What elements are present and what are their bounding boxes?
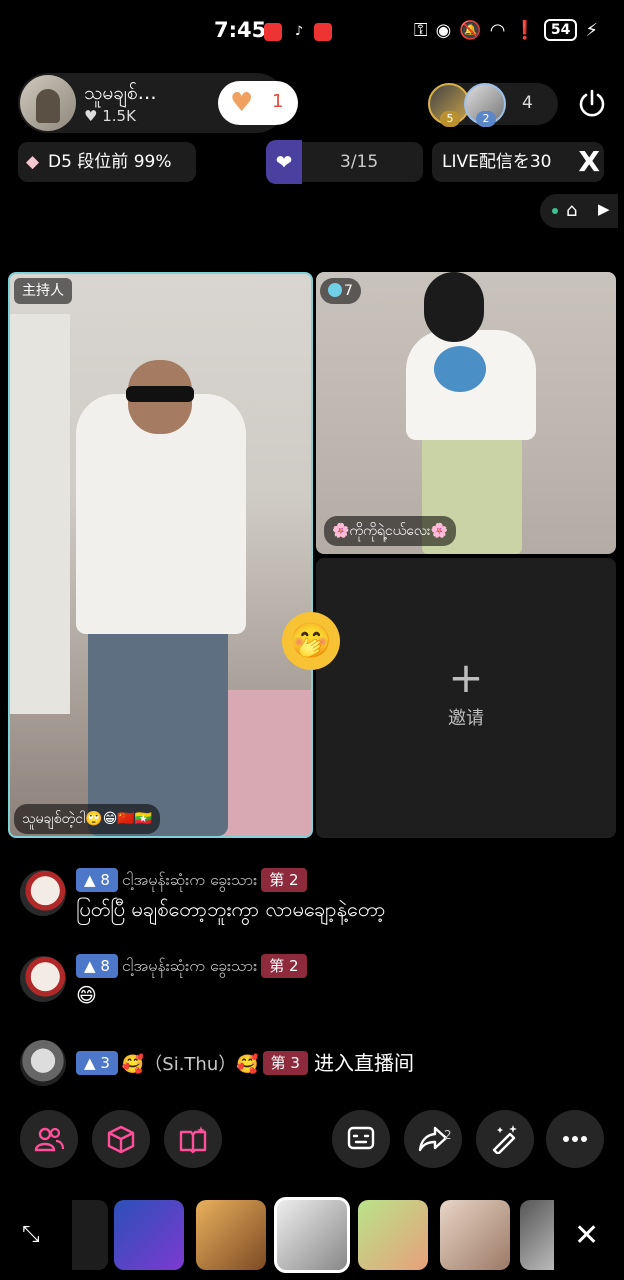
user-rank-badge: 第 2	[261, 954, 307, 978]
room-thumbnail[interactable]	[440, 1200, 510, 1270]
chat-bubble-icon	[347, 1126, 375, 1150]
comment-button[interactable]	[332, 1110, 390, 1168]
invite-slot[interactable]: + 邀请	[316, 558, 616, 838]
book-sparkle-icon	[179, 1126, 207, 1154]
record-app-icon	[264, 23, 282, 41]
chat-avatar[interactable]	[20, 1040, 66, 1086]
heart-icon: ♥	[84, 107, 98, 125]
chat-username[interactable]: ငါ့အမုန်းဆုံးက ခွေးသား	[122, 870, 257, 889]
key-icon: ⚿	[413, 19, 428, 41]
viewer-rank-badge: 5	[440, 111, 460, 127]
host-info-pill[interactable]: သူမချစ်… ♥ 1.5K ♥ 1	[18, 73, 298, 133]
host-name: သူမချစ်…	[84, 82, 157, 104]
tiktok-icon: ♪	[290, 23, 308, 41]
status-time: 7:45	[214, 18, 267, 42]
user-rank-badge: 第 2	[261, 868, 307, 892]
battery-icon: 54	[543, 19, 578, 41]
box-button[interactable]	[92, 1110, 150, 1168]
cube-icon	[107, 1125, 135, 1154]
host-caption: သူမချစ်တဲ့ငါ🙄😁🇨🇳🇲🇲	[14, 804, 161, 834]
join-text: 进入直播间	[313, 1051, 414, 1075]
home-icon: ⌂	[566, 200, 578, 221]
guest-video-tile[interactable]: 7 🌸ကိုကိုရဲ့ငယ်လေး🌸	[316, 272, 616, 554]
close-icon[interactable]: ✕	[574, 1218, 599, 1253]
rank-pill[interactable]: ◆ D5 段位前 99%	[18, 142, 196, 182]
room-thumbnail[interactable]	[520, 1200, 554, 1270]
user-level-badge: ▲ 8	[76, 954, 118, 978]
mute-icon: 🔕	[459, 19, 482, 41]
host-avatar[interactable]	[20, 75, 76, 131]
guest-caption: 🌸ကိုကိုရဲ့ငယ်လေး🌸	[324, 516, 456, 546]
hand-over-mouth-emoji-icon: 🤭	[282, 612, 340, 670]
chat-text: 😄	[76, 983, 97, 1007]
more-button[interactable]	[546, 1110, 604, 1168]
room-thumbnail[interactable]	[72, 1200, 108, 1270]
book-button[interactable]	[164, 1110, 222, 1168]
host-role-tag: 主持人	[14, 278, 72, 304]
room-thumbnail-selected[interactable]	[274, 1197, 350, 1273]
more-dots-icon	[563, 1136, 587, 1142]
live-banner-text: LIVE配信を30	[442, 152, 552, 172]
level-icon	[328, 283, 342, 297]
chat-username[interactable]: ငါ့အမုန်းဆုံးက ခွေးသား	[122, 956, 257, 975]
live-banner[interactable]: LIVE配信を30 X	[432, 142, 604, 182]
chat-avatar[interactable]	[20, 870, 66, 916]
room-thumbnail[interactable]	[114, 1200, 184, 1270]
share-count: 2	[444, 1128, 452, 1142]
task-progress-pill[interactable]: ❤ 3/15	[266, 140, 423, 184]
diamond-icon: ◆	[26, 152, 40, 172]
wifi-icon: ◠	[489, 19, 506, 41]
follow-count: 1	[272, 91, 284, 112]
follow-button[interactable]: ♥ 1	[218, 81, 298, 125]
plus-icon: +	[448, 653, 484, 702]
host-likes-count: 1.5K	[102, 107, 136, 125]
chat-avatar[interactable]	[20, 956, 66, 1002]
task-progress: 3/15	[340, 152, 379, 172]
user-level-badge: ▲ 3	[76, 1051, 118, 1075]
guests-button[interactable]	[20, 1110, 78, 1168]
viewer-rank-badge: 2	[476, 111, 496, 127]
power-icon[interactable]	[574, 86, 610, 122]
room-switch-pill[interactable]: ⌂ ▶	[540, 194, 618, 228]
gift-heart-icon: ❤	[266, 140, 302, 184]
room-thumbnail[interactable]	[196, 1200, 266, 1270]
user-rank-badge: 第 3	[262, 1051, 308, 1075]
room-thumbnail[interactable]	[358, 1200, 428, 1270]
camera-icon: ◉	[435, 19, 452, 41]
heart-icon: ♥	[230, 88, 254, 118]
effects-button[interactable]	[476, 1110, 534, 1168]
invite-label: 邀请	[448, 708, 484, 729]
bottom-room-strip: ⤡ ✕	[0, 1186, 624, 1280]
minimize-icon[interactable]: ⤡	[22, 1222, 40, 1247]
user-level-badge: ▲ 8	[76, 868, 118, 892]
alert-icon: ❗	[513, 19, 536, 41]
magic-wand-icon	[492, 1125, 517, 1154]
notification-app-icon	[314, 23, 332, 41]
chevron-right-icon: ▶	[598, 200, 610, 218]
share-button[interactable]: 2	[404, 1110, 462, 1168]
rank-text: D5 段位前 99%	[48, 152, 172, 172]
guest-level-tag: 7	[320, 278, 361, 304]
host-video-tile[interactable]: 主持人 သူမချစ်တဲ့ငါ🙄😁🇨🇳🇲🇲	[8, 272, 313, 838]
chat-text: ပြတ်ပြီ မချစ်တော့ဘူးကွာ လာမချော့နဲ့တော့	[76, 897, 386, 921]
people-icon	[34, 1127, 64, 1152]
live-banner-close[interactable]: X	[578, 142, 600, 182]
viewer-list[interactable]: 5 2 4	[428, 83, 558, 127]
chat-username[interactable]: 🥰（Si.Thu）🥰	[122, 1054, 259, 1075]
viewer-count: 4	[522, 93, 533, 113]
charging-icon: ⚡	[585, 19, 598, 41]
online-dot-icon	[552, 208, 558, 214]
status-bar: 7:45 ♪ ⚿ ◉ 🔕 ◠ ❗ 54 ⚡	[0, 0, 624, 64]
